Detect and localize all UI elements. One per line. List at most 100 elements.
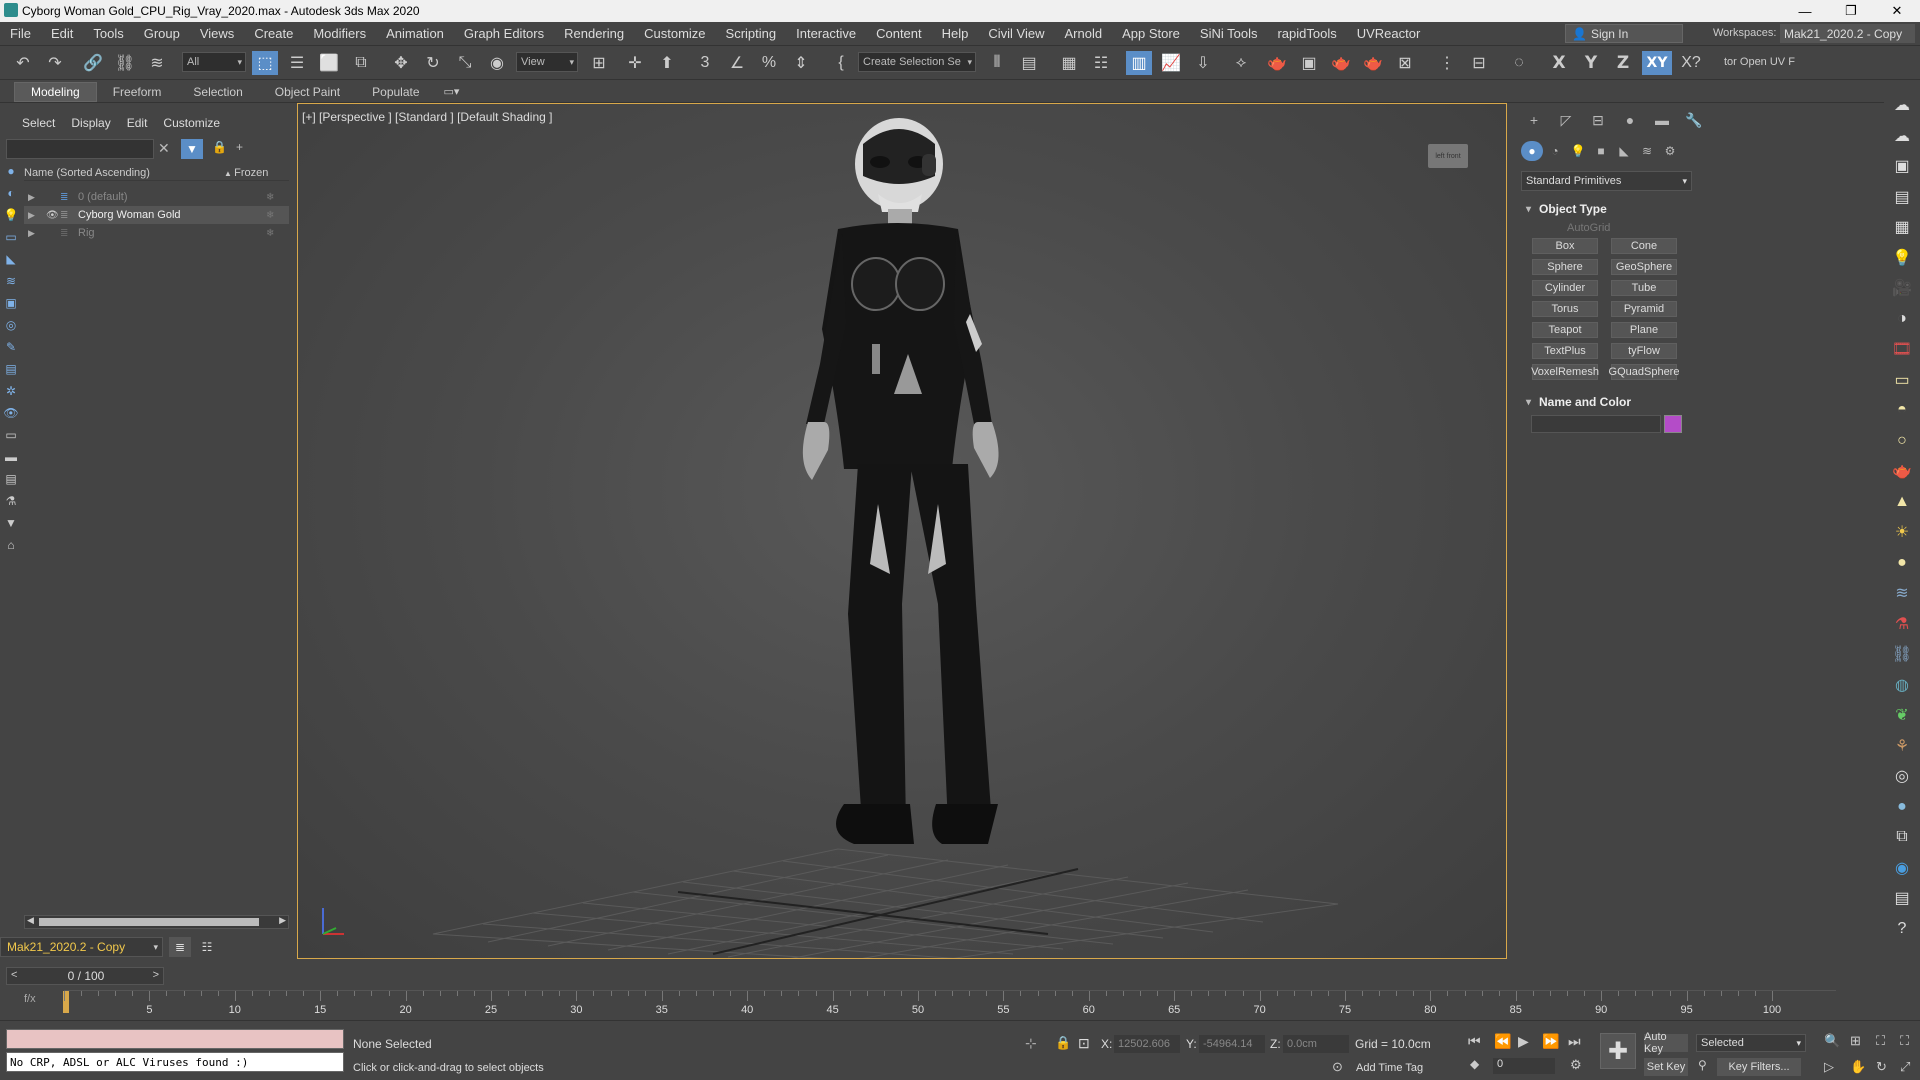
object-color-swatch[interactable]: [1664, 415, 1682, 433]
voxelremesh-button[interactable]: VoxelRemesh: [1531, 364, 1599, 380]
key-filter-icon[interactable]: ⚲: [1698, 1058, 1707, 1072]
zoom-extents-icon[interactable]: ⛶: [1876, 1033, 1885, 1049]
display-shapes-icon[interactable]: ◐: [0, 182, 22, 204]
toggle-layer-explorer-icon[interactable]: ☷: [1088, 51, 1114, 75]
toggle-ribbon-icon[interactable]: ▥: [1126, 51, 1152, 75]
ambient-light-icon[interactable]: ●: [1884, 548, 1920, 579]
funnel-icon[interactable]: ▼: [0, 512, 22, 534]
keyboard-shortcut-override-icon[interactable]: ⬆: [654, 51, 680, 75]
display-xrefs-icon[interactable]: ◎: [0, 314, 22, 336]
absolute-mode-icon[interactable]: ⊡: [1078, 1035, 1090, 1052]
viewport-cloud-icon[interactable]: ☁: [1884, 90, 1920, 121]
minimize-button[interactable]: —: [1782, 0, 1828, 22]
stack-icon[interactable]: ⧉: [1884, 822, 1920, 853]
column-frozen[interactable]: ▲ Frozen: [224, 167, 268, 179]
set-keys-icon[interactable]: ✚: [1600, 1033, 1636, 1069]
gquadsphere-button[interactable]: GQuadSphere: [1609, 364, 1679, 380]
scrollbar-thumb[interactable]: [39, 918, 259, 926]
object-name-input[interactable]: [1531, 415, 1661, 433]
mini-curve-editor-icon[interactable]: f/x: [24, 993, 36, 1005]
percent-snap-icon[interactable]: %: [756, 51, 782, 75]
angle-snap-icon[interactable]: ∠: [724, 51, 750, 75]
curve-editor-icon[interactable]: 📈: [1158, 51, 1184, 75]
visibility-eye-icon[interactable]: 👁: [46, 210, 59, 221]
window-crossing-icon[interactable]: ⧉: [348, 51, 374, 75]
display-none-icon[interactable]: ▤: [0, 468, 22, 490]
lock-icon[interactable]: 🔒: [212, 140, 227, 154]
utilities-tab-icon[interactable]: 🔧: [1681, 109, 1707, 131]
render-frame-icon[interactable]: ▣: [1884, 151, 1920, 182]
key-selection-dropdown[interactable]: Selected: [1696, 1034, 1806, 1052]
page-icon[interactable]: ▤: [1884, 883, 1920, 914]
menu-scripting[interactable]: Scripting: [716, 26, 787, 41]
menu-rapidtools[interactable]: rapidTools: [1267, 26, 1346, 41]
menu-create[interactable]: Create: [244, 26, 303, 41]
align-grid-icon[interactable]: ⊟: [1466, 51, 1492, 75]
link-icon[interactable]: 🔗: [80, 51, 106, 75]
cone-button[interactable]: Cone: [1611, 238, 1677, 254]
time-slider[interactable]: < 0 / 100 >: [6, 967, 164, 985]
plane-light-icon[interactable]: ▭: [1884, 365, 1920, 396]
display-containers-icon[interactable]: ▤: [0, 358, 22, 380]
named-selection-set-dropdown[interactable]: Create Selection Se: [858, 52, 976, 72]
zoom-all-icon[interactable]: ⊞: [1850, 1033, 1861, 1049]
next-frame-button[interactable]: >: [153, 969, 159, 981]
y-coordinate-field[interactable]: -54964.14: [1199, 1035, 1265, 1053]
maxscript-output[interactable]: No CRP, ADSL or ALC Viruses found :): [6, 1052, 344, 1072]
isolate-selection-icon[interactable]: ⊹: [1025, 1035, 1037, 1052]
expand-arrow-icon[interactable]: ▶: [28, 210, 35, 221]
snaps-toggle-icon[interactable]: 3: [692, 51, 718, 75]
menu-modifiers[interactable]: Modifiers: [303, 26, 376, 41]
space-warps-icon[interactable]: ≋: [1636, 141, 1658, 161]
ball-icon[interactable]: ●: [1884, 792, 1920, 823]
play-icon[interactable]: ▶: [1518, 1033, 1529, 1050]
menu-civil-view[interactable]: Civil View: [978, 26, 1054, 41]
select-manipulate-icon[interactable]: ✛: [622, 51, 648, 75]
restore-button[interactable]: ❐: [1828, 0, 1874, 22]
field-of-view-icon[interactable]: ▷: [1824, 1059, 1834, 1075]
vray-icon[interactable]: ◉: [1884, 853, 1920, 884]
unlink-icon[interactable]: ⛓: [112, 51, 138, 75]
redo-icon[interactable]: ↷: [42, 51, 68, 75]
perspective-viewport[interactable]: [+] [Perspective ] [Standard ] [Default …: [297, 103, 1507, 959]
textplus-button[interactable]: TextPlus: [1532, 343, 1598, 359]
pyramid-button[interactable]: Pyramid: [1611, 301, 1677, 317]
menu-views[interactable]: Views: [190, 26, 244, 41]
tab-freeform[interactable]: Freeform: [97, 82, 178, 102]
tab-object-paint[interactable]: Object Paint: [259, 82, 356, 102]
render-production-icon[interactable]: 🫖: [1328, 51, 1354, 75]
freeze-icon[interactable]: ❄: [266, 210, 274, 221]
open-uv-label[interactable]: tor Open UV F: [1724, 56, 1795, 68]
display-lights-icon[interactable]: 💡: [0, 204, 22, 226]
key-mode-icon[interactable]: ◆: [1470, 1057, 1479, 1071]
current-frame-field[interactable]: 0: [1493, 1058, 1555, 1074]
display-tab-icon[interactable]: ▬: [1649, 109, 1675, 131]
zoom-icon[interactable]: 🔍: [1824, 1033, 1840, 1049]
pan-icon[interactable]: ✋: [1850, 1059, 1866, 1075]
pivot-center-icon[interactable]: ⊞: [586, 51, 612, 75]
scale-icon[interactable]: ⤡: [452, 51, 478, 75]
fur-icon[interactable]: ≋: [1884, 578, 1920, 609]
add-layer-icon[interactable]: +: [236, 140, 243, 154]
align-icon[interactable]: ▤: [1016, 51, 1042, 75]
sphere-button[interactable]: Sphere: [1532, 259, 1598, 275]
selection-lock-icon[interactable]: 🔒: [1055, 1035, 1071, 1051]
spinner-snap-icon[interactable]: ⇕: [788, 51, 814, 75]
helpers-icon[interactable]: ◣: [1613, 141, 1635, 161]
menu-uvreactor[interactable]: UVReactor: [1347, 26, 1431, 41]
sheet-icon[interactable]: ▦: [1884, 212, 1920, 243]
scene-horizontal-scrollbar[interactable]: ◀ ▶: [24, 915, 289, 929]
sign-in-dropdown[interactable]: 👤 Sign In: [1565, 24, 1683, 43]
geometry-icon[interactable]: ●: [1521, 141, 1543, 161]
layer-dropdown[interactable]: Mak21_2020.2 - Copy ▾: [0, 937, 163, 957]
bind-space-warp-icon[interactable]: ≋: [144, 51, 170, 75]
display-groups-icon[interactable]: ▣: [0, 292, 22, 314]
menu-customize[interactable]: Customize: [634, 26, 715, 41]
zoom-extents-all-icon[interactable]: ⛶: [1900, 1033, 1909, 1049]
scene-row[interactable]: ▶ ≣ 0 (default) ❄: [24, 188, 289, 206]
lights-icon[interactable]: 💡: [1567, 141, 1589, 161]
select-by-name-icon[interactable]: ☰: [284, 51, 310, 75]
filter-icon[interactable]: ▼: [181, 139, 203, 159]
select-region-icon[interactable]: ◌: [1506, 51, 1532, 75]
toggle-scene-explorer-icon[interactable]: ▦: [1056, 51, 1082, 75]
